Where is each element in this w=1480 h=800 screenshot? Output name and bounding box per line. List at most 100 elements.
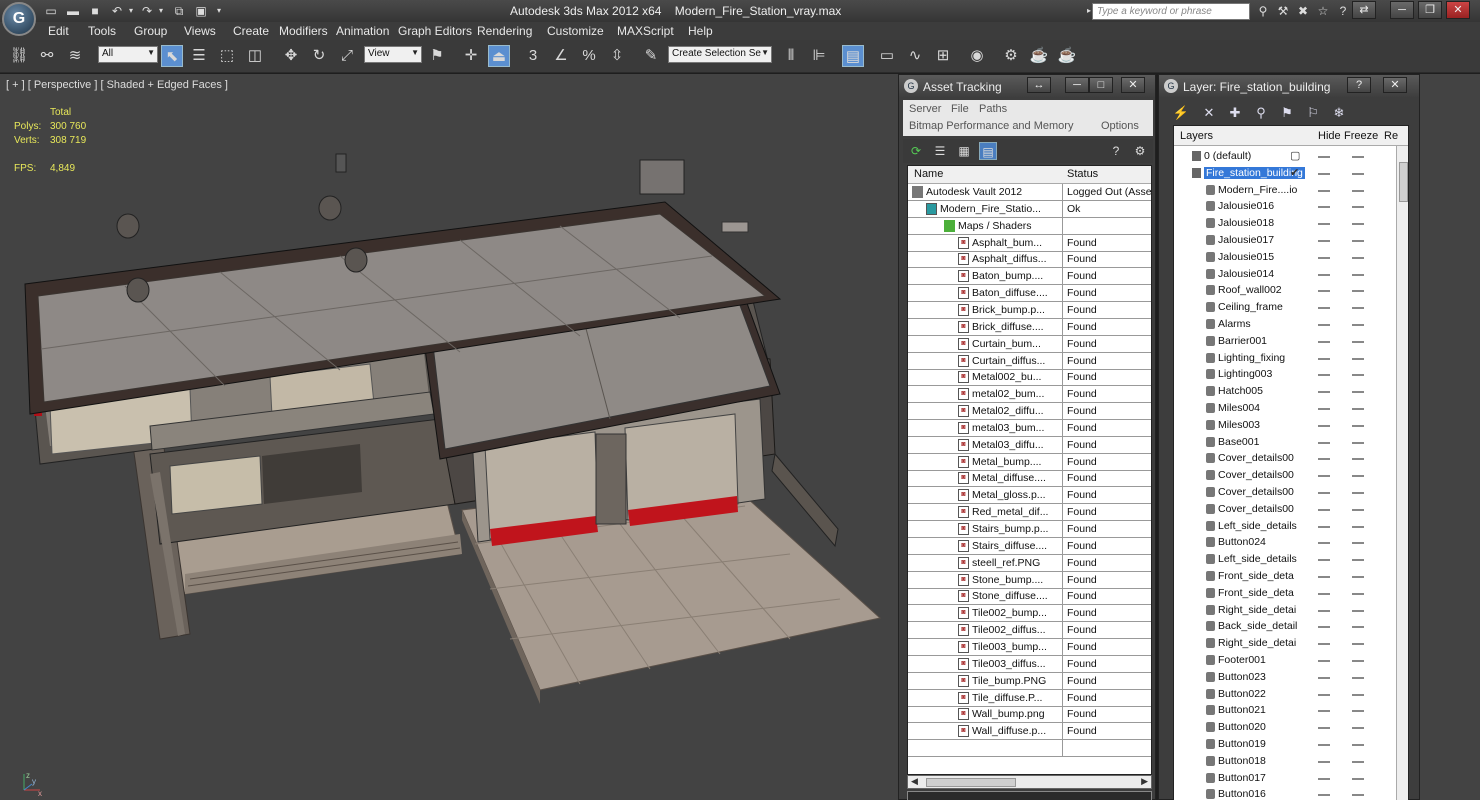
select-manipulate-icon[interactable]: ✛ (460, 45, 482, 67)
layer-object-row[interactable]: Right_side_detai (1174, 602, 1396, 619)
current-layer-box-icon[interactable]: ▢ (1290, 149, 1300, 162)
freeze-toggle[interactable] (1352, 760, 1364, 763)
binoculars-icon[interactable]: ⚲ (1254, 3, 1272, 19)
communication-icon[interactable]: ✖ (1294, 3, 1312, 19)
rotate-icon[interactable]: ↻ (308, 45, 330, 67)
layer-object-row[interactable]: Button018 (1174, 753, 1396, 770)
freeze-toggle[interactable] (1352, 660, 1364, 662)
layer-object-row[interactable]: Cover_details00 (1174, 484, 1396, 501)
layer-row[interactable]: Fire_station_building ✔ (1174, 165, 1396, 182)
search-input[interactable]: Type a keyword or phrase (1092, 3, 1250, 20)
layer-object-row[interactable]: Button022 (1174, 686, 1396, 703)
hide-toggle[interactable] (1318, 256, 1330, 259)
hide-toggle[interactable] (1318, 794, 1330, 797)
asset-row[interactable]: Autodesk Vault 2012 Logged Out (Asse (908, 184, 1151, 201)
asset-row[interactable]: ◙ metal02_bum... Found (908, 386, 1151, 404)
restore-ribbon-button[interactable]: ⇄ (1352, 1, 1376, 19)
hide-toggle[interactable] (1318, 576, 1330, 578)
layer-object-row[interactable]: Alarms (1174, 316, 1396, 333)
freeze-toggle[interactable] (1352, 189, 1364, 192)
scroll-left-icon[interactable]: ◀ (911, 776, 918, 787)
asset-row[interactable]: ◙ Wall_bump.png Found (908, 706, 1151, 724)
layer-help-button[interactable]: ? (1347, 77, 1371, 93)
hide-toggle[interactable] (1318, 727, 1330, 730)
layer-object-row[interactable]: Front_side_deta (1174, 585, 1396, 602)
freeze-toggle[interactable] (1352, 475, 1364, 478)
asset-maximize-button[interactable]: □ (1089, 77, 1113, 93)
asset-row[interactable]: ◙ metal03_bum... Found (908, 419, 1151, 437)
maximize-button[interactable]: ❐ (1418, 1, 1442, 19)
layer-object-row[interactable]: Button017 (1174, 770, 1396, 787)
freeze-toggle[interactable] (1352, 408, 1364, 410)
asset-menu-paths[interactable]: Paths (979, 103, 1007, 115)
freeze-toggle[interactable] (1352, 626, 1364, 629)
move-icon[interactable]: ✥ (280, 45, 302, 67)
asset-help-icon[interactable]: ? (1107, 142, 1125, 160)
layer-object-row[interactable]: Cover_details00 (1174, 450, 1396, 467)
menu-customize[interactable]: Customize (547, 24, 604, 38)
layer-object-row[interactable]: Button016 (1174, 786, 1396, 800)
freeze-toggle[interactable] (1352, 643, 1364, 646)
select-by-name-icon[interactable]: ☰ (188, 45, 210, 67)
layer-object-row[interactable]: Jalousie016 (1174, 198, 1396, 215)
hide-toggle[interactable] (1318, 340, 1330, 343)
hide-toggle[interactable] (1318, 660, 1330, 662)
menu-create[interactable]: Create (233, 24, 269, 38)
asset-row[interactable]: Modern_Fire_Statio... Ok (908, 200, 1151, 218)
asset-row[interactable]: ◙ Curtain_bum... Found (908, 335, 1151, 353)
subscription-icon[interactable]: ⚒ (1274, 3, 1292, 19)
thumbnail-view-icon[interactable]: ▦ (955, 142, 973, 160)
hide-toggle[interactable] (1318, 189, 1330, 192)
freeze-toggle[interactable] (1352, 508, 1364, 511)
schematic-view-icon[interactable]: ⊞ (932, 45, 954, 67)
delete-layer-icon[interactable]: ✕ (1199, 103, 1219, 123)
freeze-toggle[interactable] (1352, 676, 1364, 679)
asset-row[interactable]: ◙ Wall_diffuse.p... Found (908, 723, 1151, 741)
freeze-toggle[interactable] (1352, 307, 1364, 310)
layer-object-row[interactable]: Button023 (1174, 669, 1396, 686)
save-icon[interactable]: ■ (86, 3, 104, 19)
hide-toggle[interactable] (1318, 643, 1330, 646)
asset-row[interactable]: ◙ Tile_diffuse.P... Found (908, 689, 1151, 707)
window-crossing-icon[interactable]: ◫ (244, 45, 266, 67)
hide-toggle[interactable] (1318, 172, 1330, 175)
rendered-frame-window-icon[interactable]: ☕ (1028, 45, 1050, 67)
hide-toggle[interactable] (1318, 324, 1330, 326)
column-name[interactable]: Name (914, 168, 943, 180)
open-file-icon[interactable]: ▬ (64, 3, 82, 19)
hide-toggle[interactable] (1318, 441, 1330, 444)
freeze-toggle[interactable] (1352, 525, 1364, 528)
add-to-layer-icon[interactable]: ✚ (1225, 103, 1245, 123)
fetch-icon[interactable]: ▣ (192, 3, 210, 19)
hide-toggle[interactable] (1318, 290, 1330, 293)
hide-toggle[interactable] (1318, 744, 1330, 746)
layer-object-row[interactable]: Lighting003 (1174, 366, 1396, 383)
freeze-toggle[interactable] (1352, 710, 1364, 713)
layer-object-row[interactable]: Lighting_fixing (1174, 350, 1396, 367)
hide-toggle[interactable] (1318, 307, 1330, 310)
layer-titlebar[interactable]: G Layer: Fire_station_building ? ✕ (1159, 75, 1419, 97)
perspective-viewport[interactable]: [ + ] [ Perspective ] [ Shaded + Edged F… (0, 74, 900, 800)
layer-object-row[interactable]: Button021 (1174, 702, 1396, 719)
freeze-toggle[interactable] (1352, 794, 1364, 797)
freeze-toggle[interactable] (1352, 744, 1364, 746)
freeze-toggle[interactable] (1352, 290, 1364, 293)
freeze-toggle[interactable] (1352, 256, 1364, 259)
freeze-toggle[interactable] (1352, 693, 1364, 696)
hide-toggle[interactable] (1318, 609, 1330, 612)
asset-row[interactable]: ◙ Curtain_diffus... Found (908, 352, 1151, 370)
select-in-layer-icon[interactable]: ⚲ (1251, 103, 1271, 123)
hide-toggle[interactable] (1318, 693, 1330, 696)
freeze-toggle[interactable] (1352, 324, 1364, 326)
layer-object-row[interactable]: Barrier001 (1174, 333, 1396, 350)
menu-rendering[interactable]: Rendering (477, 24, 532, 38)
hide-toggle[interactable] (1318, 273, 1330, 276)
freeze-toggle[interactable] (1352, 374, 1364, 377)
menu-graph-editors[interactable]: Graph Editors (398, 24, 472, 38)
menu-animation[interactable]: Animation (336, 24, 389, 38)
hide-toggle[interactable] (1318, 206, 1330, 209)
layer-object-row[interactable]: Right_side_detai (1174, 635, 1396, 652)
hide-toggle[interactable] (1318, 357, 1330, 360)
layer-object-row[interactable]: Base001 (1174, 434, 1396, 451)
freeze-toggle[interactable] (1352, 240, 1364, 242)
